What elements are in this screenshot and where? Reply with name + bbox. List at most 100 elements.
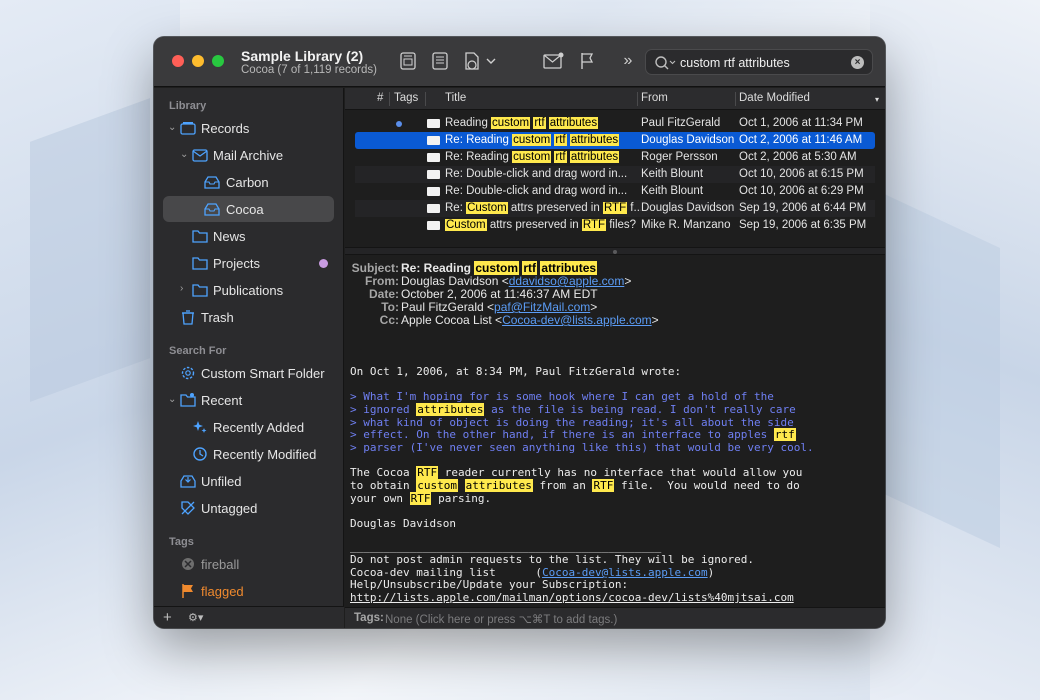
sidebar-item-label: Publications [213, 283, 284, 298]
email-icon [427, 187, 440, 196]
sidebar-item-mail-archive[interactable]: ⌄ Mail Archive [163, 142, 334, 168]
cell-date: Oct 2, 2006 at 11:46 AM [739, 134, 863, 146]
sidebar-item-tag-fireball[interactable]: fireball [163, 551, 334, 577]
column-header-title[interactable]: Title [445, 92, 466, 104]
flag-icon[interactable] [577, 50, 597, 72]
search-highlight: rtf [554, 134, 567, 146]
body-text: to obtain [350, 479, 417, 492]
background-shape [880, 192, 1000, 548]
column-header-tags[interactable]: Tags [394, 92, 418, 104]
column-header-number[interactable]: # [377, 92, 383, 104]
sidebar-item-label: Records [201, 121, 250, 136]
header-key: Subject: [351, 261, 399, 275]
column-header-date-modified[interactable]: Date Modified [739, 92, 810, 104]
cell-date: Oct 2, 2006 at 5:30 AM [739, 151, 857, 163]
search-highlight: custom [491, 117, 531, 129]
minimize-window-button[interactable] [192, 55, 204, 67]
cc-email-link[interactable]: Cocoa-dev@lists.apple.com [502, 313, 652, 327]
gear-icon [181, 366, 195, 380]
sidebar-item-label: flagged [201, 584, 244, 599]
search-highlight: rtf [522, 261, 538, 275]
from-email-link[interactable]: ddavidso@apple.com [509, 274, 625, 288]
chevron-down-icon[interactable]: ⌄ [180, 150, 190, 160]
tag-color-dot [319, 259, 328, 268]
search-field[interactable]: custom rtf attributes × [645, 49, 873, 75]
sidebar-item-label: Custom Smart Folder [201, 366, 325, 381]
sidebar-item-news[interactable]: News [163, 223, 334, 249]
mailbox-icon [204, 176, 220, 189]
sidebar-item-tag-flagged[interactable]: flagged [163, 578, 334, 604]
sidebar-item-trash[interactable]: Trash [163, 304, 334, 330]
column-options-icon[interactable]: ▾ [875, 95, 879, 104]
sidebar-item-projects[interactable]: Projects [163, 250, 334, 276]
column-header-from[interactable]: From [641, 92, 668, 104]
body-line: to obtain custom attributes from an RTF … [350, 479, 800, 492]
search-highlight: RTF [409, 492, 432, 505]
cc-value: Apple Cocoa List <Cocoa-dev@lists.apple.… [401, 313, 659, 327]
note-icon[interactable] [429, 50, 451, 72]
smart-folder-icon [180, 393, 196, 407]
background-shape [30, 98, 150, 402]
table-row[interactable]: Re: Reading custom rtf attributes Douglas… [355, 132, 875, 149]
rich-text-icon[interactable] [397, 50, 419, 72]
sidebar-item-label: Cocoa [226, 202, 264, 217]
sidebar-item-label: News [213, 229, 246, 244]
chevron-right-icon[interactable]: › [180, 284, 190, 294]
tags-label: Tags: [354, 612, 384, 624]
pane-splitter[interactable] [345, 247, 885, 255]
flag-icon [182, 584, 193, 598]
search-input[interactable]: custom rtf attributes [680, 56, 790, 70]
close-window-button[interactable] [172, 55, 184, 67]
overflow-icon[interactable]: » [618, 50, 638, 72]
sidebar-item-unfiled[interactable]: Unfiled [163, 468, 334, 494]
sidebar-section-tags: Tags [169, 536, 194, 548]
sidebar-item-recent[interactable]: ⌄ Recent [163, 387, 334, 413]
toolbar: Sample Library (2) Cocoa (7 of 1,119 rec… [154, 37, 885, 87]
body-text: The Cocoa [350, 466, 417, 479]
add-button[interactable]: + [163, 609, 172, 626]
search-highlight: rtf [773, 428, 796, 441]
sidebar-item-publications[interactable]: › Publications [163, 277, 334, 303]
body-text: file. You would need to do [614, 479, 800, 492]
quote-text: > ignored [350, 403, 417, 416]
subject-value: Re: Reading custom rtf attributes [401, 261, 598, 275]
tags-bar[interactable]: Tags: None (Click here or press ⌥⌘T to a… [345, 607, 885, 628]
unsubscribe-link[interactable]: http://lists.apple.com/mailman/options/c… [350, 591, 794, 604]
body-line: your own RTF parsing. [350, 492, 491, 505]
cell-from: Keith Blount [641, 168, 704, 180]
zoom-window-button[interactable] [212, 55, 224, 67]
title-text: attrs preserved in [507, 202, 603, 214]
chevron-down-icon[interactable]: ⌄ [168, 123, 178, 133]
sidebar-item-untagged[interactable]: Untagged [163, 495, 334, 521]
share-icon[interactable] [462, 50, 498, 72]
sidebar-item-custom-smart-folder[interactable]: Custom Smart Folder [163, 360, 334, 386]
table-row[interactable]: Reading custom rtf attributes Paul FitzGe… [355, 115, 875, 132]
cell-title: Reading custom rtf attributes [445, 117, 641, 129]
sidebar-item-records[interactable]: ⌄ Records [163, 115, 334, 141]
search-highlight: Custom [466, 202, 508, 214]
clock-icon [193, 447, 207, 461]
header-key: From: [365, 274, 399, 288]
gear-menu-button[interactable]: ⚙︎▾ [188, 611, 203, 624]
sidebar-item-carbon[interactable]: Carbon [163, 169, 334, 195]
tags-input[interactable]: None (Click here or press ⌥⌘T to add tag… [385, 612, 617, 626]
mailbox-icon [192, 149, 208, 162]
sidebar-item-cocoa[interactable]: Cocoa [163, 196, 334, 222]
splitter-handle-icon[interactable] [613, 250, 617, 254]
sidebar-item-recently-added[interactable]: Recently Added [163, 414, 334, 440]
title-text: files? [606, 219, 637, 231]
table-row[interactable]: Re: Custom attrs preserved in RTF f...Do… [355, 200, 875, 217]
title-text: Re: [445, 202, 467, 214]
table-row[interactable]: Re: Double-click and drag word in... Keit… [355, 183, 875, 200]
to-email-link[interactable]: paf@FitzMail.com [494, 300, 590, 314]
body-text: from an [532, 479, 593, 492]
chevron-down-icon[interactable]: ⌄ [168, 395, 178, 405]
search-highlight: attributes [569, 134, 620, 146]
table-row[interactable]: Re: Reading custom rtf attributes Roger P… [355, 149, 875, 166]
clear-icon[interactable]: × [851, 56, 864, 69]
table-row[interactable]: Custom attrs preserved in RTF files? Mike… [355, 217, 875, 234]
table-row[interactable]: Re: Double-click and drag word in... Keit… [355, 166, 875, 183]
compose-mail-icon[interactable] [542, 50, 566, 72]
sidebar-item-recently-modified[interactable]: Recently Modified [163, 441, 334, 467]
cell-title: Re: Double-click and drag word in... [445, 168, 641, 180]
